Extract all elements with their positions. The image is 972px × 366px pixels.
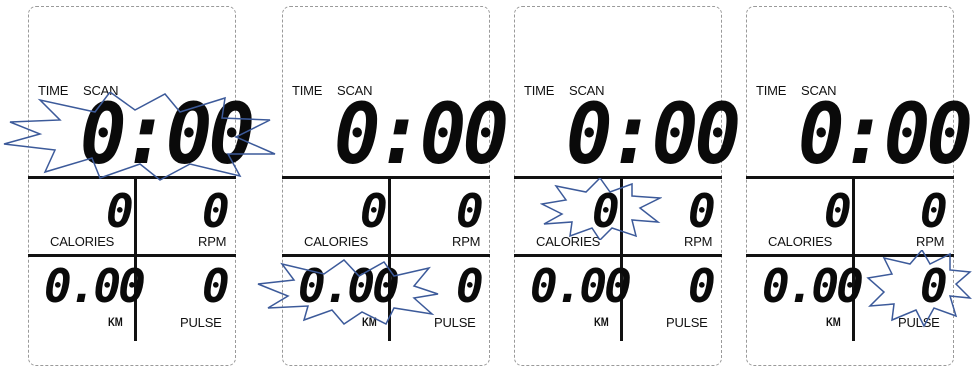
calories-label: CALORIES (768, 234, 833, 249)
divider (28, 176, 236, 179)
divider (28, 254, 236, 257)
pulse-readout: 0 (202, 259, 230, 313)
km-label: KM (108, 315, 123, 329)
calories-readout: 0 (106, 184, 134, 238)
divider (514, 254, 722, 257)
divider (514, 176, 722, 179)
rpm-readout: 0 (202, 184, 230, 238)
divider (746, 254, 954, 257)
divider (282, 176, 490, 179)
lcd-panel-1: TIME SCAN 0:00 0 0 CALORIES RPM 0.00 0 K… (28, 0, 255, 366)
km-label: KM (594, 315, 609, 329)
time-label: TIME (38, 83, 69, 98)
calories-label: CALORIES (50, 234, 115, 249)
km-readout: 0.00 (298, 259, 400, 313)
calories-readout: 0 (592, 184, 620, 238)
time-readout: 0:00 (80, 85, 255, 183)
km-readout: 0.00 (762, 259, 864, 313)
divider (282, 254, 490, 257)
km-readout: 0.00 (530, 259, 632, 313)
rpm-label: RPM (684, 234, 713, 249)
calories-label: CALORIES (304, 234, 369, 249)
km-label: KM (362, 315, 377, 329)
time-readout: 0:00 (334, 85, 509, 183)
pulse-label: PULSE (434, 315, 476, 330)
time-label: TIME (756, 83, 787, 98)
km-readout: 0.00 (44, 259, 146, 313)
time-readout: 0:00 (798, 85, 972, 183)
lcd-panel-3: TIME SCAN 0:00 0 0 CALORIES RPM 0.00 0 K… (514, 0, 741, 366)
time-readout: 0:00 (566, 85, 741, 183)
pulse-label: PULSE (180, 315, 222, 330)
calories-label: CALORIES (536, 234, 601, 249)
pulse-label: PULSE (666, 315, 708, 330)
pulse-label: PULSE (898, 315, 940, 330)
divider (746, 176, 954, 179)
km-label: KM (826, 315, 841, 329)
rpm-label: RPM (198, 234, 227, 249)
pulse-readout: 0 (688, 259, 716, 313)
calories-readout: 0 (360, 184, 388, 238)
pulse-readout: 0 (920, 259, 948, 313)
time-label: TIME (292, 83, 323, 98)
lcd-panel-2: TIME SCAN 0:00 0 0 CALORIES RPM 0.00 0 K… (282, 0, 509, 366)
calories-readout: 0 (824, 184, 852, 238)
lcd-panel-4: TIME SCAN 0:00 0 0 CALORIES RPM 0.00 0 K… (746, 0, 972, 366)
rpm-readout: 0 (688, 184, 716, 238)
rpm-label: RPM (916, 234, 945, 249)
time-label: TIME (524, 83, 555, 98)
pulse-readout: 0 (456, 259, 484, 313)
rpm-readout: 0 (456, 184, 484, 238)
rpm-readout: 0 (920, 184, 948, 238)
rpm-label: RPM (452, 234, 481, 249)
